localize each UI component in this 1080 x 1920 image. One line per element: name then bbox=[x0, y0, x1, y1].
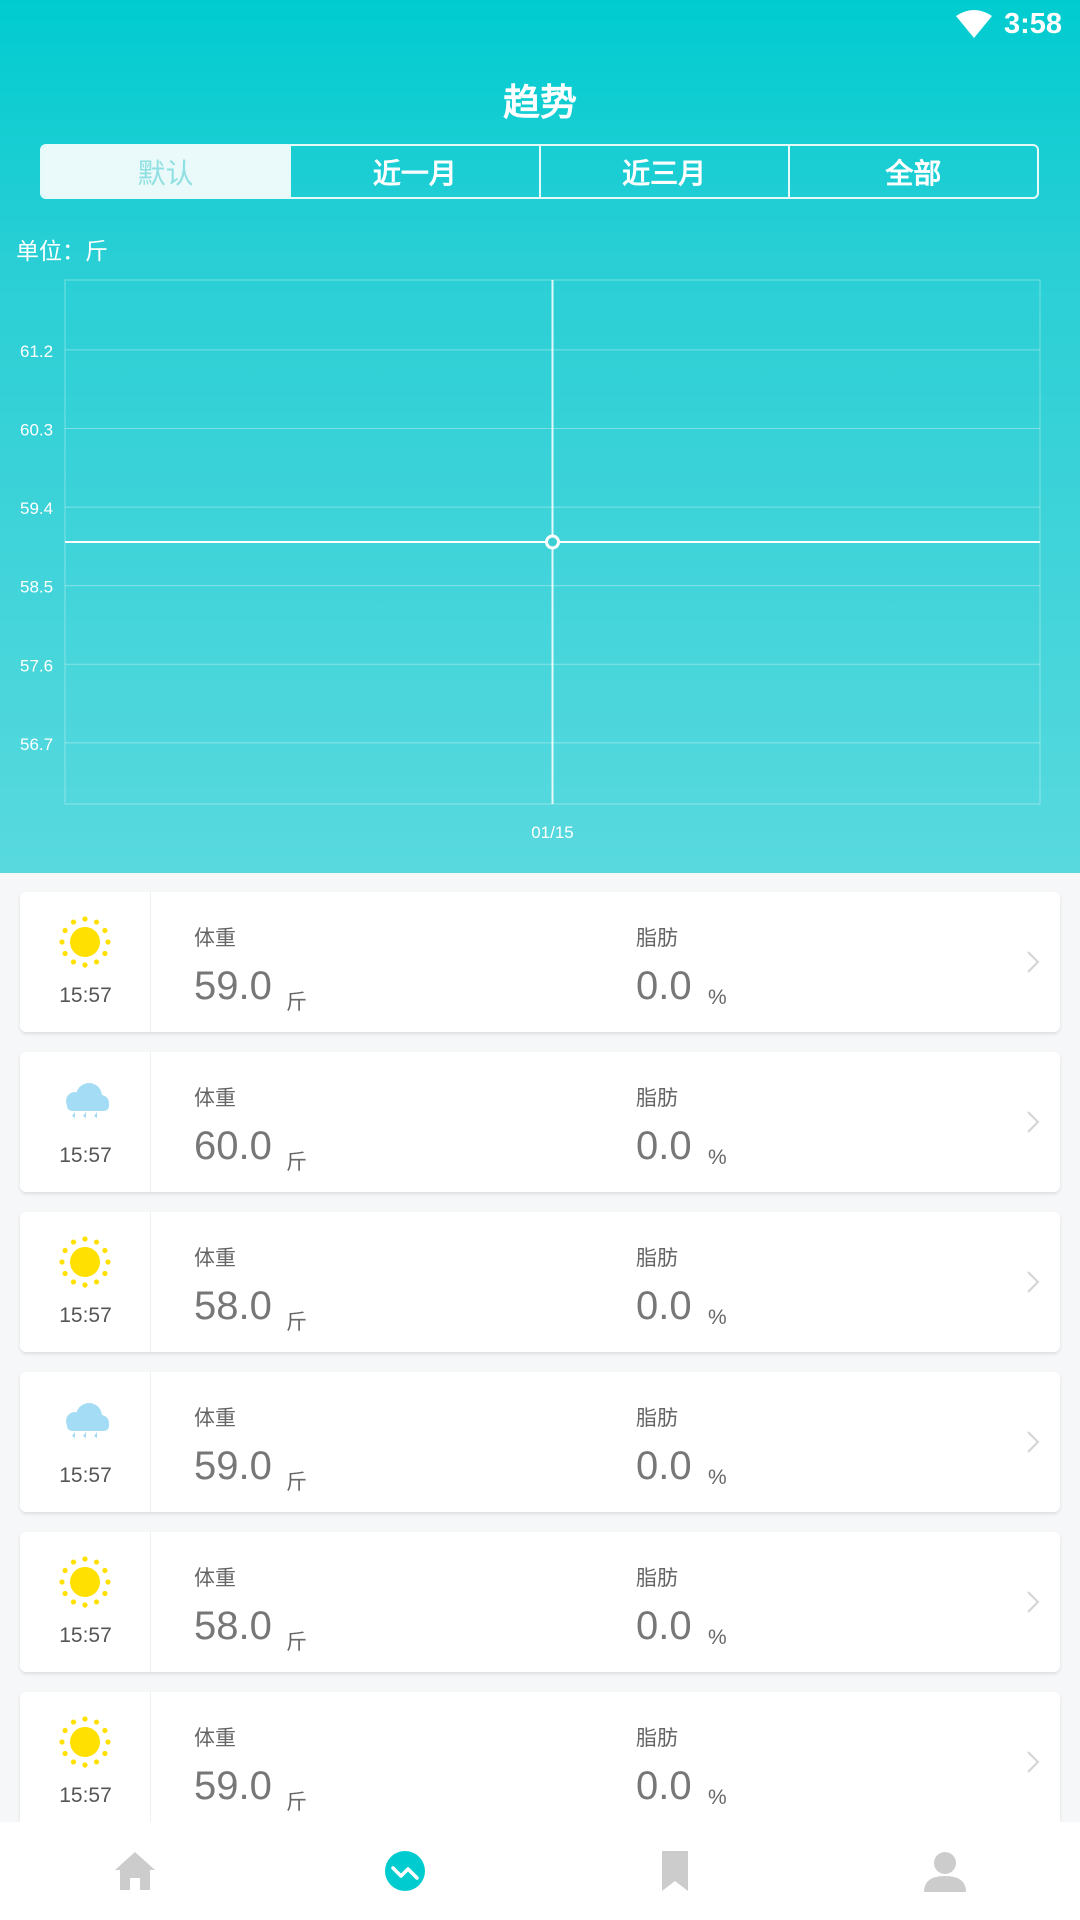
weight-value: 59.0 bbox=[194, 1444, 272, 1488]
data-point bbox=[545, 534, 560, 550]
fat-unit: % bbox=[708, 986, 727, 1009]
y-tick-label: 61.2 bbox=[20, 342, 53, 361]
x-tick-label: 01/15 bbox=[531, 823, 574, 840]
y-tick-label: 58.5 bbox=[20, 578, 53, 597]
period-tabs: 默认 近一月 近三月 全部 bbox=[40, 144, 1039, 199]
record-card[interactable]: 15:57 体重 58.0 斤 脂肪 0.0 % bbox=[20, 1532, 1060, 1672]
fat-value: 0.0 bbox=[636, 1444, 692, 1488]
weight-unit: 斤 bbox=[286, 1791, 307, 1814]
record-time-section: 15:57 bbox=[20, 1372, 151, 1512]
sun-icon bbox=[55, 1234, 115, 1290]
tab-last-three-months[interactable]: 近三月 bbox=[538, 146, 788, 197]
fat-label: 脂肪 bbox=[636, 1247, 678, 1270]
y-tick-label: 57.6 bbox=[20, 656, 53, 675]
unit-label: 单位：斤 bbox=[16, 238, 108, 264]
weight-label: 体重 bbox=[194, 1247, 236, 1270]
header: 3:58 趋势 默认 近一月 近三月 全部 单位：斤 61.2 60.3 59.4 5… bbox=[0, 0, 1080, 873]
record-time-section: 15:57 bbox=[20, 1212, 151, 1352]
y-tick-label: 60.3 bbox=[20, 420, 53, 439]
fat-value: 0.0 bbox=[636, 1604, 692, 1648]
fat-label: 脂肪 bbox=[636, 1727, 678, 1750]
status-time: 3:58 bbox=[1003, 8, 1062, 40]
chevron-right-icon bbox=[1024, 1750, 1042, 1774]
chevron-right-icon bbox=[1024, 950, 1042, 974]
trend-icon bbox=[382, 1848, 428, 1894]
weight-unit: 斤 bbox=[286, 1311, 307, 1334]
fat-unit: % bbox=[708, 1146, 727, 1169]
record-time: 15:57 bbox=[59, 1624, 112, 1647]
weight-label: 体重 bbox=[194, 1727, 236, 1750]
weight-value: 58.0 bbox=[194, 1604, 272, 1648]
status-bar: 3:58 bbox=[0, 0, 1080, 50]
rain-cloud-icon bbox=[55, 1074, 115, 1130]
weight-unit: 斤 bbox=[286, 1631, 307, 1654]
record-time-section: 15:57 bbox=[20, 892, 151, 1032]
profile-icon bbox=[922, 1848, 968, 1894]
record-time: 15:57 bbox=[59, 1144, 112, 1167]
weight-value: 60.0 bbox=[194, 1124, 272, 1168]
fat-unit: % bbox=[708, 1466, 727, 1489]
weight-label: 体重 bbox=[194, 927, 236, 950]
fat-unit: % bbox=[708, 1306, 727, 1329]
tab-all[interactable]: 全部 bbox=[787, 146, 1037, 197]
weight-value: 59.0 bbox=[194, 964, 272, 1008]
chevron-right-icon bbox=[1024, 1590, 1042, 1614]
fat-value: 0.0 bbox=[636, 1764, 692, 1808]
wifi-icon bbox=[956, 10, 992, 38]
record-time: 15:57 bbox=[59, 1784, 112, 1807]
record-time: 15:57 bbox=[59, 984, 112, 1007]
fat-label: 脂肪 bbox=[636, 1407, 678, 1430]
sun-icon bbox=[55, 1714, 115, 1770]
fat-label: 脂肪 bbox=[636, 1567, 678, 1590]
record-time: 15:57 bbox=[59, 1304, 112, 1327]
record-list: 15:57 体重 59.0 斤 脂肪 0.0 % 15:57 体重 60.0 斤… bbox=[20, 892, 1060, 1852]
fat-label: 脂肪 bbox=[636, 927, 678, 950]
weight-unit: 斤 bbox=[286, 1471, 307, 1494]
fat-value: 0.0 bbox=[636, 964, 692, 1008]
record-time-section: 15:57 bbox=[20, 1692, 151, 1832]
nav-trend[interactable] bbox=[270, 1822, 540, 1920]
record-card[interactable]: 15:57 体重 60.0 斤 脂肪 0.0 % bbox=[20, 1052, 1060, 1192]
weight-label: 体重 bbox=[194, 1087, 236, 1110]
fat-unit: % bbox=[708, 1786, 727, 1809]
sun-icon bbox=[55, 1554, 115, 1610]
tab-default[interactable]: 默认 bbox=[42, 146, 290, 197]
weight-label: 体重 bbox=[194, 1567, 236, 1590]
tab-last-month[interactable]: 近一月 bbox=[289, 146, 538, 197]
record-card[interactable]: 15:57 体重 59.0 斤 脂肪 0.0 % bbox=[20, 1372, 1060, 1512]
chevron-right-icon bbox=[1024, 1270, 1042, 1294]
nav-bookmark[interactable] bbox=[540, 1822, 810, 1920]
fat-unit: % bbox=[708, 1626, 727, 1649]
record-card[interactable]: 15:57 体重 59.0 斤 脂肪 0.0 % bbox=[20, 892, 1060, 1032]
page-title: 趋势 bbox=[503, 82, 577, 123]
weight-label: 体重 bbox=[194, 1407, 236, 1430]
y-tick-label: 59.4 bbox=[20, 499, 53, 518]
fat-label: 脂肪 bbox=[636, 1087, 678, 1110]
record-time: 15:57 bbox=[59, 1464, 112, 1487]
weight-value: 58.0 bbox=[194, 1284, 272, 1328]
fat-value: 0.0 bbox=[636, 1284, 692, 1328]
record-card[interactable]: 15:57 体重 58.0 斤 脂肪 0.0 % bbox=[20, 1212, 1060, 1352]
chevron-right-icon bbox=[1024, 1430, 1042, 1454]
fat-value: 0.0 bbox=[636, 1124, 692, 1168]
weight-trend-chart: 61.2 60.3 59.4 58.5 57.6 56.7 01/15 bbox=[20, 279, 1041, 840]
rain-cloud-icon bbox=[55, 1394, 115, 1450]
bookmark-icon bbox=[652, 1848, 698, 1894]
y-tick-label: 56.7 bbox=[20, 735, 53, 754]
record-time-section: 15:57 bbox=[20, 1052, 151, 1192]
nav-profile[interactable] bbox=[810, 1822, 1080, 1920]
record-time-section: 15:57 bbox=[20, 1532, 151, 1672]
weight-value: 59.0 bbox=[194, 1764, 272, 1808]
sun-icon bbox=[55, 914, 115, 970]
chevron-right-icon bbox=[1024, 1110, 1042, 1134]
weight-unit: 斤 bbox=[286, 1151, 307, 1174]
bottom-nav bbox=[0, 1822, 1080, 1920]
home-icon bbox=[112, 1848, 158, 1894]
record-card[interactable]: 15:57 体重 59.0 斤 脂肪 0.0 % bbox=[20, 1692, 1060, 1832]
nav-home[interactable] bbox=[0, 1822, 270, 1920]
weight-unit: 斤 bbox=[286, 991, 307, 1014]
